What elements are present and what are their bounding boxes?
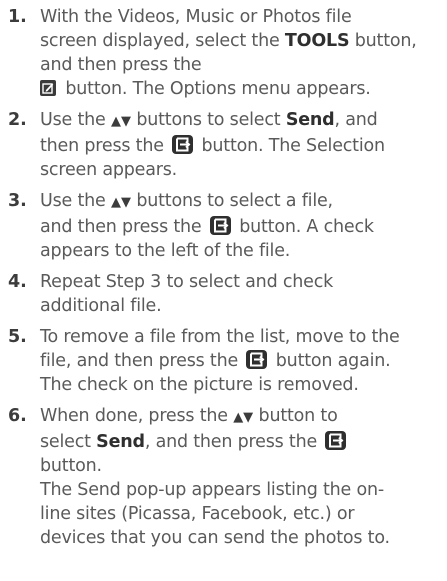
enter-button-icon — [209, 216, 231, 235]
step-text: Use the ▲▼ buttons to select a file, and… — [40, 191, 374, 261]
send-keyword: Send — [96, 432, 145, 452]
step-text: With the Videos, Music or Photos file sc… — [40, 7, 417, 99]
send-keyword: Send — [285, 110, 335, 130]
step-text: Use the ▲▼ buttons to select Send, and t… — [40, 110, 385, 180]
step-5: 5. To remove a file from the list, move … — [8, 325, 441, 397]
step-number: 6. — [8, 406, 27, 426]
enter-button-icon — [246, 350, 268, 369]
step-number: 5. — [8, 327, 27, 347]
step-text: Repeat Step 3 to select and check additi… — [40, 272, 334, 316]
step-number: 2. — [8, 110, 27, 130]
tools-edit-icon — [40, 80, 56, 96]
step-3: 3. Use the ▲▼ buttons to select a file, … — [8, 189, 441, 263]
step-2: 2. Use the ▲▼ buttons to select Send, an… — [8, 108, 441, 182]
up-down-arrow-icon: ▲▼ — [233, 410, 254, 425]
enter-button-icon — [325, 431, 347, 450]
step-text: When done, press the ▲▼ button to select… — [40, 406, 390, 548]
tools-keyword: TOOLS — [284, 31, 350, 51]
step-number: 3. — [8, 191, 27, 211]
up-down-arrow-icon: ▲▼ — [110, 195, 131, 210]
up-down-arrow-icon: ▲▼ — [110, 114, 131, 129]
enter-button-icon — [172, 135, 194, 154]
step-6: 6. When done, press the ▲▼ button to sel… — [8, 404, 441, 550]
step-number: 1. — [8, 7, 27, 27]
step-1: 1. With the Videos, Music or Photos file… — [8, 5, 441, 101]
instruction-list: 1. With the Videos, Music or Photos file… — [0, 0, 447, 550]
step-4: 4. Repeat Step 3 to select and check add… — [8, 270, 441, 318]
step-number: 4. — [8, 272, 27, 292]
step-text: To remove a file from the list, move to … — [40, 327, 400, 395]
